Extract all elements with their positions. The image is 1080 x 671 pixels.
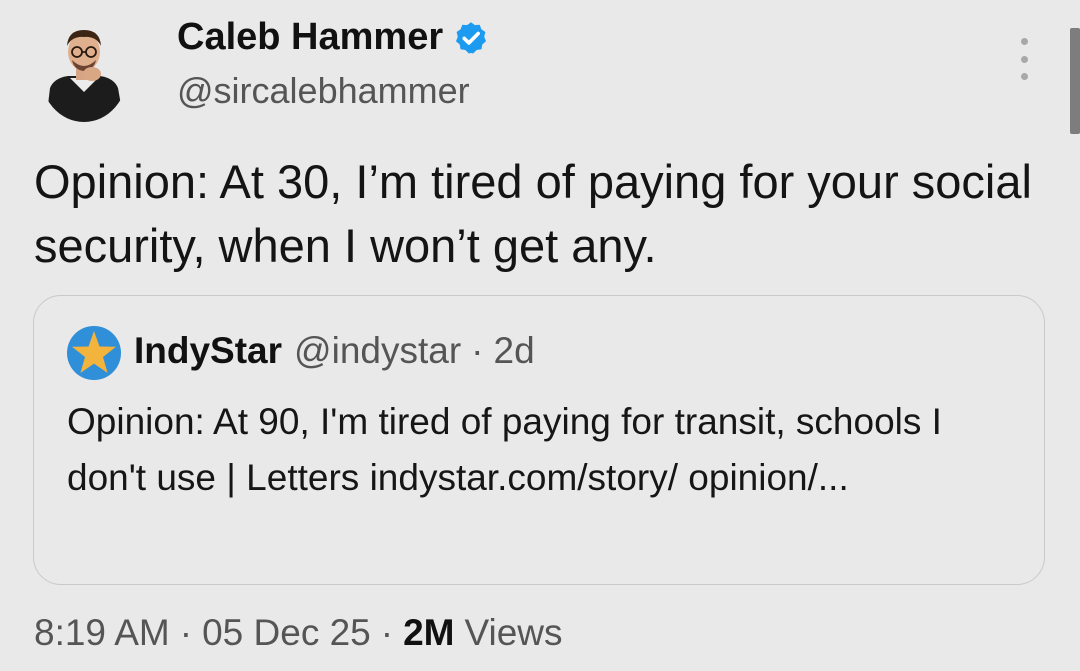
quoted-author-name[interactable]: IndyStar: [134, 330, 282, 372]
verified-badge-icon: [453, 20, 489, 56]
quoted-tweet-header: IndyStar @indystar · 2d: [134, 330, 535, 372]
author-display-name[interactable]: Caleb Hammer: [177, 16, 489, 59]
more-options-icon-dot: [1020, 73, 1028, 80]
quoted-timestamp[interactable]: 2d: [494, 330, 535, 372]
quoted-tweet-text: Opinion: At 90, I'm tired of paying for …: [67, 401, 942, 498]
tweet-date[interactable]: 05 Dec 25: [202, 612, 371, 654]
tweet-meta: 8:19 AM · 05 Dec 25 · 2M Views: [34, 612, 563, 654]
scrollbar-thumb[interactable]: [1070, 28, 1080, 134]
more-options-icon-dot: [1020, 38, 1028, 45]
more-options-button[interactable]: [1010, 38, 1038, 80]
author-name-text[interactable]: Caleb Hammer: [177, 16, 443, 59]
quoted-author-handle[interactable]: @indystar: [294, 330, 461, 372]
more-options-icon-dot: [1020, 55, 1028, 63]
indystar-logo-icon: [66, 325, 122, 381]
quoted-separator: ·: [471, 330, 484, 371]
meta-separator: ·: [179, 612, 193, 653]
views-count: 2M: [403, 612, 455, 653]
views-label: Views: [464, 612, 563, 653]
tweet-time[interactable]: 8:19 AM: [34, 612, 170, 654]
tweet-text: Opinion: At 30, I’m tired of paying for …: [34, 155, 1032, 272]
quoted-tweet-card[interactable]: IndyStar @indystar · 2d Opinion: At 90, …: [33, 295, 1045, 585]
author-handle[interactable]: @sircalebhammer: [177, 70, 470, 112]
author-avatar[interactable]: [40, 22, 128, 122]
meta-separator: ·: [380, 612, 394, 653]
